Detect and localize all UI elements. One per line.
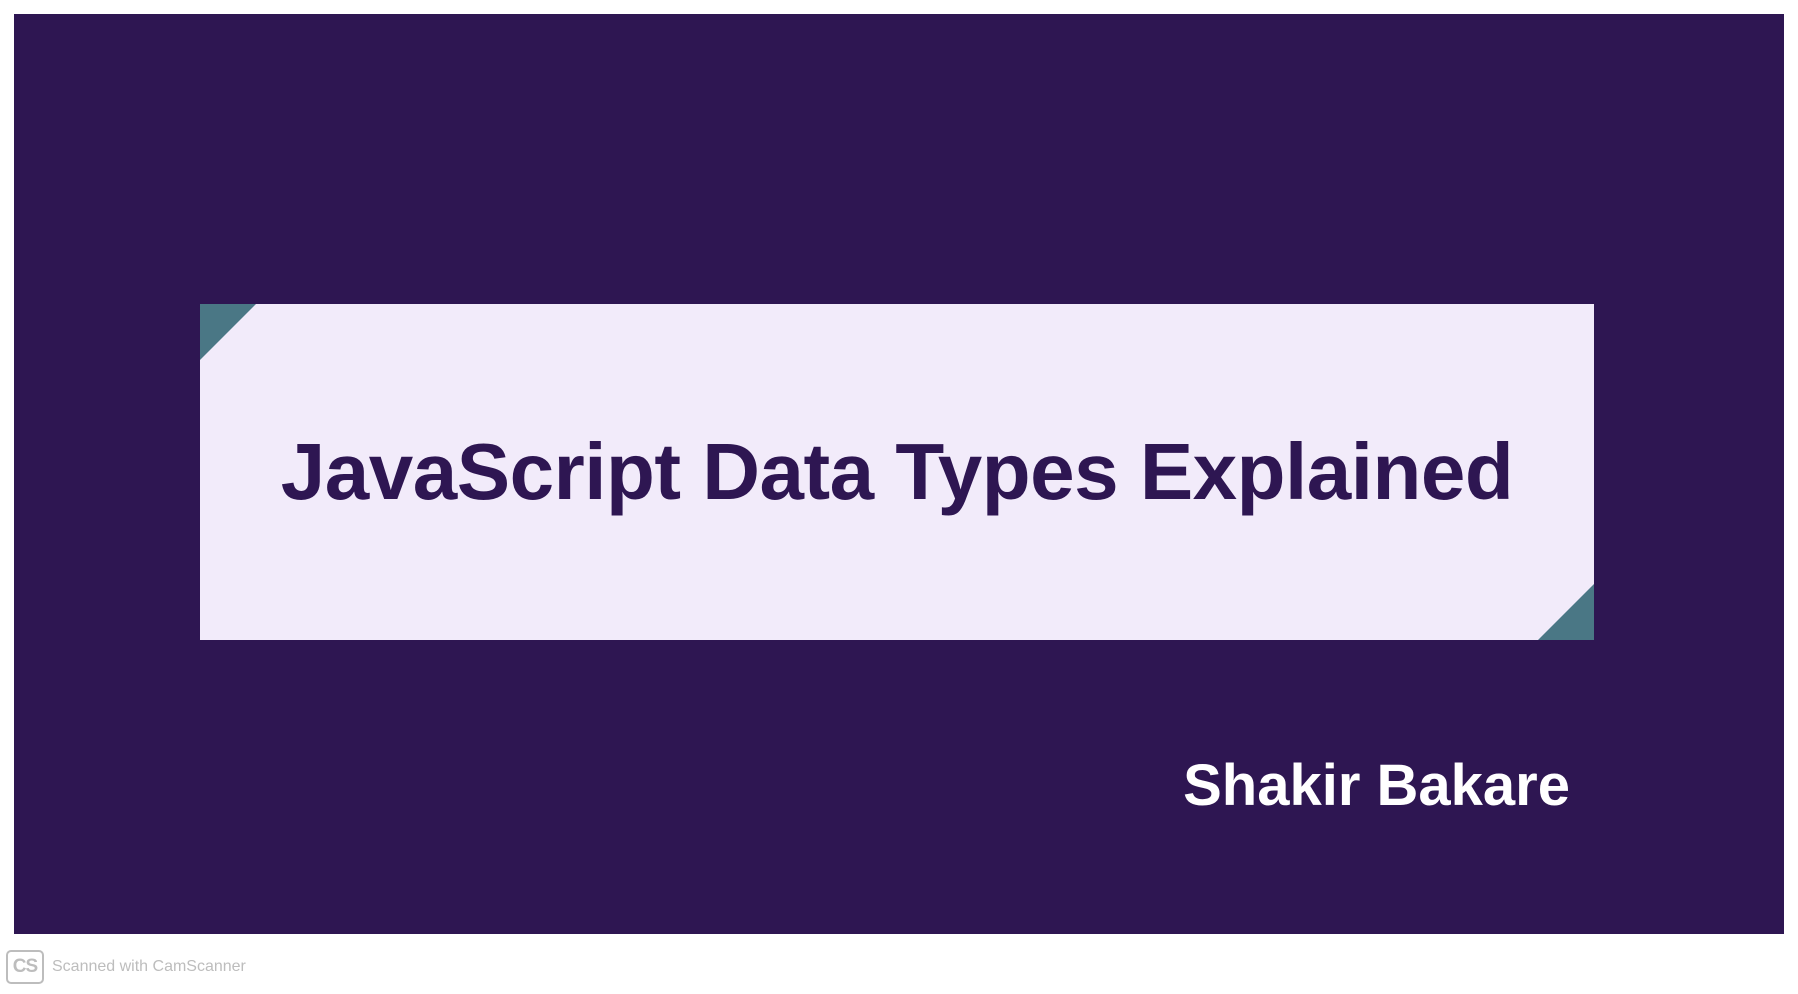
author-name: Shakir Bakare bbox=[1183, 752, 1570, 819]
slide-container: JavaScript Data Types Explained Shakir B… bbox=[14, 14, 1784, 934]
title-box: JavaScript Data Types Explained bbox=[200, 304, 1594, 640]
watermark-text: Scanned with CamScanner bbox=[52, 958, 246, 976]
slide-title: JavaScript Data Types Explained bbox=[281, 426, 1513, 518]
camscanner-badge-icon: CS bbox=[6, 950, 44, 984]
scanner-watermark: CS Scanned with CamScanner bbox=[6, 950, 246, 984]
